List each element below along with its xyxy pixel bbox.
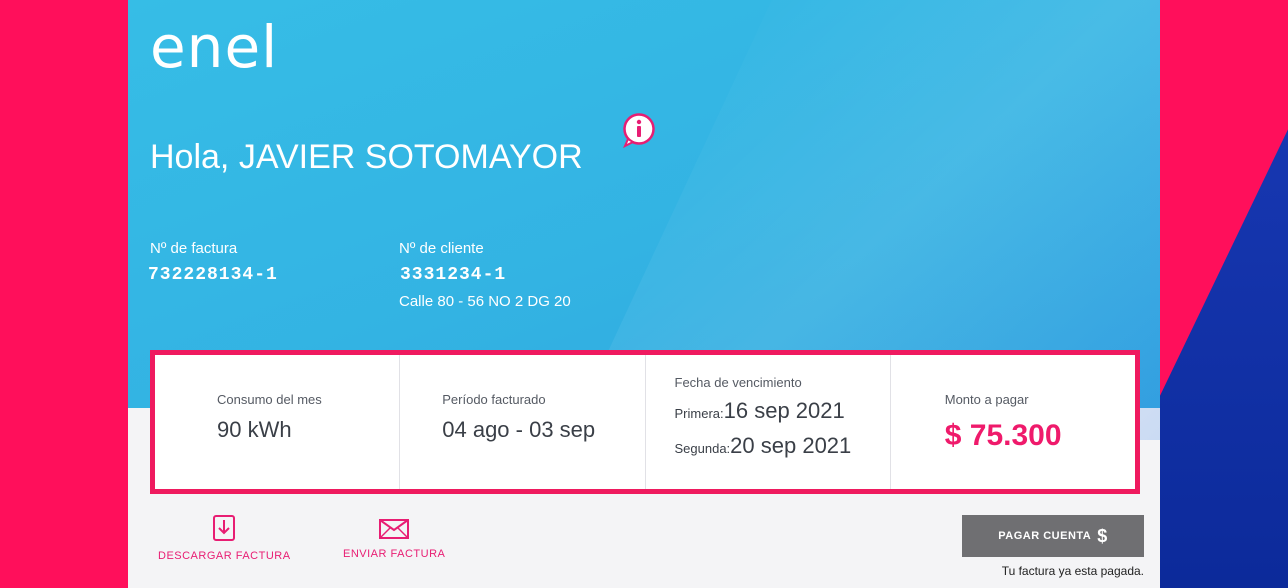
period-cell: Período facturado 04 ago - 03 sep [400,355,646,489]
download-document-icon [213,515,236,541]
period-value: 04 ago - 03 sep [442,417,596,442]
due-second-prefix: Segunda: [674,441,731,456]
bill-summary-panel: Consumo del mes 90 kWh Período facturado… [150,350,1140,494]
hero-banner: enel Hola, JAVIER SOTOMAYOR Nº de factur… [128,0,1160,440]
due-first-date: 16 sep 2021 [723,398,845,423]
invoice-number-value: 732228134-1 [148,265,278,285]
due-date-first: Primera:16 sep 2021 [675,398,845,427]
send-invoice-label: ENVIAR FACTURA [343,548,446,560]
invoice-number-label: Nº de factura [150,240,238,257]
enel-logo: enel [150,13,279,81]
dollar-icon: $ [1097,525,1108,546]
paid-status-note: Tu factura ya esta pagada. [1001,564,1144,578]
consumption-value: 90 kWh [217,417,292,442]
consumption-label: Consumo del mes [217,392,322,407]
download-invoice-label: DESCARGAR FACTURA [158,550,291,562]
pay-bill-button[interactable]: PAGAR CUENTA $ [962,515,1144,557]
amount-value: $ 75.300 [944,419,1062,452]
due-date-cell: Fecha de vencimiento Primera:16 sep 2021… [646,355,891,489]
background-blue-shape [1158,129,1288,588]
amount-label: Monto a pagar [944,392,1029,407]
amount-cell: Monto a pagar $ 75.300 [891,355,1135,489]
due-second-date: 20 sep 2021 [730,433,852,458]
due-date-label: Fecha de vencimiento [674,375,802,390]
consumption-cell: Consumo del mes 90 kWh [155,355,401,489]
greeting-title: Hola, JAVIER SOTOMAYOR [150,138,583,176]
client-number-label: Nº de cliente [399,240,484,257]
download-invoice-button[interactable]: DESCARGAR FACTURA [158,514,291,562]
client-number-value: 3331234-1 [400,265,507,285]
client-address: Calle 80 - 56 NO 2 DG 20 [399,293,571,310]
pay-bill-label: PAGAR CUENTA [998,530,1092,542]
envelope-icon [379,519,410,539]
due-date-second: Segunda:20 sep 2021 [675,433,852,462]
info-icon[interactable] [620,112,656,148]
send-invoice-button[interactable]: ENVIAR FACTURA [343,518,445,560]
invoice-card: enel Hola, JAVIER SOTOMAYOR Nº de factur… [128,0,1160,588]
due-first-prefix: Primera: [674,406,724,421]
period-label: Período facturado [442,392,546,407]
